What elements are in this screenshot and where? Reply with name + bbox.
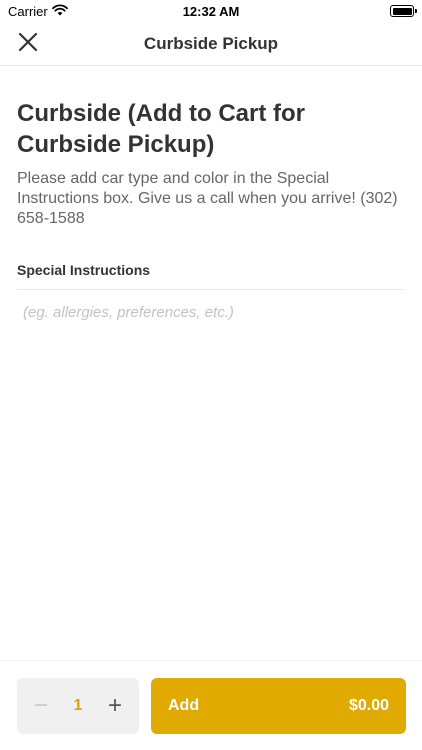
footer-bar: − 1 + Add $0.00 <box>0 660 422 750</box>
quantity-stepper: − 1 + <box>17 678 139 734</box>
quantity-value: 1 <box>73 697 83 714</box>
item-details: Curbside (Add to Cart for Curbside Picku… <box>17 98 407 229</box>
status-bar: Carrier 12:32 AM <box>0 0 422 22</box>
page-title: Curbside Pickup <box>143 33 279 53</box>
wifi-icon <box>51 4 68 19</box>
item-title: Curbside (Add to Cart for Curbside Picku… <box>17 100 305 158</box>
carrier-label: Carrier <box>8 3 48 19</box>
increase-quantity-button[interactable]: + <box>105 694 125 718</box>
add-button-price: $0.00 <box>348 697 389 714</box>
add-to-cart-button[interactable]: Add $0.00 <box>151 678 406 734</box>
close-button[interactable] <box>14 30 42 58</box>
special-instructions-input[interactable] <box>17 300 405 420</box>
divider <box>17 289 405 290</box>
add-button-label: Add <box>168 697 200 714</box>
decrease-quantity-button[interactable]: − <box>31 694 51 718</box>
navigation-bar: Curbside Pickup <box>0 22 422 66</box>
item-description: Please add car type and color in the Spe… <box>17 170 398 227</box>
status-left: Carrier <box>8 4 68 19</box>
battery-level <box>392 7 412 15</box>
special-instructions-label: Special Instructions <box>17 262 151 278</box>
battery-icon <box>390 5 417 17</box>
close-icon <box>18 32 38 57</box>
